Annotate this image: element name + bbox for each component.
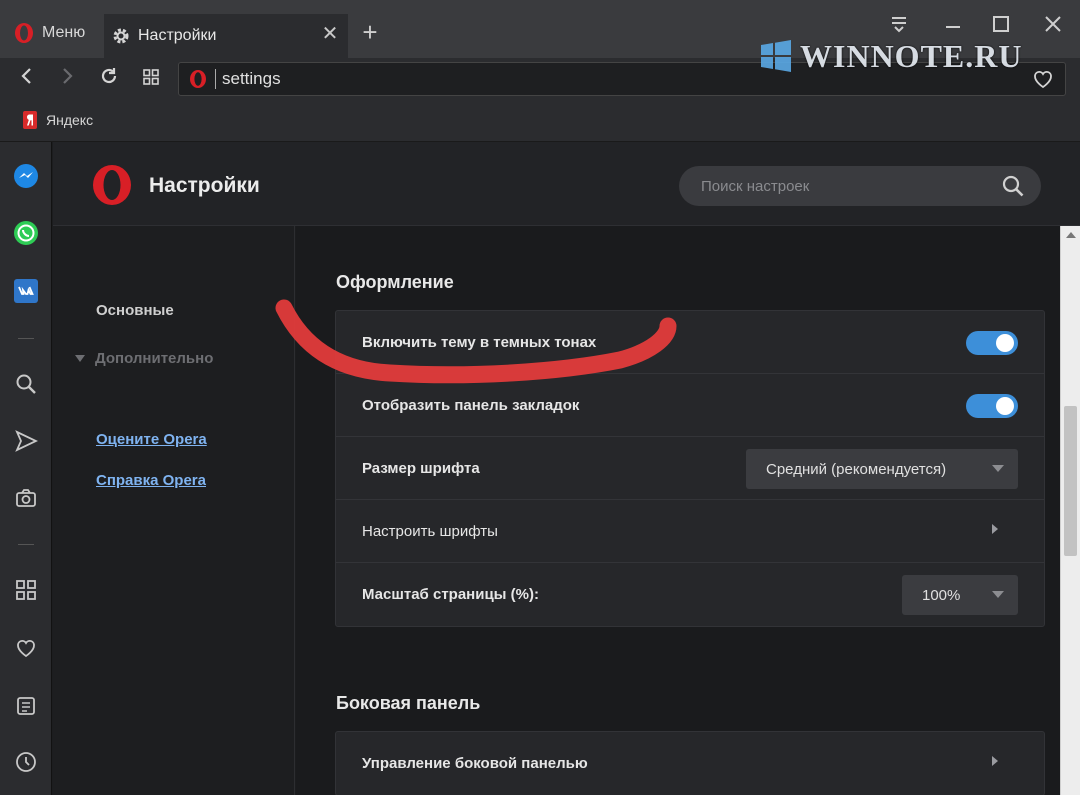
bookmark-yandex[interactable]: Яндекс bbox=[22, 110, 93, 130]
bookmarks-bar-toggle[interactable] bbox=[966, 394, 1018, 418]
windows-logo-icon bbox=[761, 40, 791, 72]
appearance-section-title: Оформление bbox=[336, 272, 454, 292]
scrollbar[interactable] bbox=[1060, 226, 1080, 795]
chevron-right-icon bbox=[992, 756, 998, 766]
tab-label: Настройки bbox=[138, 27, 217, 44]
font-size-label: Размер шрифта bbox=[362, 459, 480, 477]
yandex-icon bbox=[23, 111, 37, 129]
rate-opera-link[interactable]: Оцените Opera bbox=[96, 431, 207, 448]
send-icon[interactable] bbox=[12, 427, 40, 455]
search-input[interactable] bbox=[679, 166, 989, 206]
page-title: Настройки bbox=[149, 174, 260, 197]
toggle-knob bbox=[996, 334, 1014, 352]
manage-sidebar-row[interactable]: Управление боковой панелью bbox=[336, 732, 1044, 795]
page-zoom-label: Масштаб страницы (%): bbox=[362, 586, 539, 603]
nav-basic[interactable]: Основные bbox=[96, 302, 174, 319]
history-icon[interactable] bbox=[12, 748, 40, 776]
heart-icon[interactable] bbox=[12, 634, 40, 662]
search-icon[interactable] bbox=[1001, 174, 1025, 198]
reload-icon[interactable] bbox=[96, 66, 122, 92]
camera-icon[interactable] bbox=[12, 484, 40, 512]
font-size-value: Средний (рекомендуется) bbox=[766, 460, 947, 478]
speed-dial-icon[interactable] bbox=[12, 576, 40, 604]
font-size-row: Размер шрифта Средний (рекомендуется) bbox=[336, 437, 1044, 500]
opera-logo-icon bbox=[15, 23, 33, 43]
nav-advanced[interactable]: Дополнительно bbox=[75, 350, 213, 367]
bookmarks-bar-label: Отобразить панель закладок bbox=[362, 396, 580, 414]
toggle-knob bbox=[996, 397, 1014, 415]
page-zoom-select[interactable]: 100% bbox=[902, 575, 1018, 615]
gear-icon bbox=[113, 28, 129, 44]
news-icon[interactable] bbox=[12, 692, 40, 720]
settings-content: Оформление Включить тему в темных тонах … bbox=[296, 226, 1060, 795]
nav-advanced-label: Дополнительно bbox=[95, 350, 214, 367]
menu-button[interactable]: Меню bbox=[6, 14, 102, 52]
back-icon[interactable] bbox=[14, 66, 40, 92]
customize-fonts-label: Настроить шрифты bbox=[362, 522, 498, 540]
page-zoom-row: Масштаб страницы (%): 100% bbox=[336, 563, 1044, 626]
sidebar-separator bbox=[18, 338, 34, 339]
bookmark-label: Яндекс bbox=[46, 112, 94, 128]
menu-label: Меню bbox=[42, 24, 86, 41]
manage-sidebar-label: Управление боковой панелью bbox=[362, 755, 588, 772]
sidebar bbox=[0, 142, 52, 795]
whatsapp-icon[interactable] bbox=[12, 219, 40, 247]
heart-icon[interactable] bbox=[1031, 67, 1055, 91]
forward-icon[interactable] bbox=[54, 66, 80, 92]
scroll-thumb[interactable] bbox=[1064, 406, 1077, 556]
settings-nav: Основные Дополнительно Оцените Opera Спр… bbox=[53, 226, 295, 795]
scroll-up-icon[interactable] bbox=[1066, 232, 1076, 238]
font-size-select[interactable]: Средний (рекомендуется) bbox=[746, 449, 1018, 489]
search-icon[interactable] bbox=[12, 370, 40, 398]
appearance-card: Включить тему в темных тонах Отобразить … bbox=[335, 310, 1045, 627]
settings-header: Настройки bbox=[53, 142, 1080, 226]
url-text: settings bbox=[215, 69, 281, 89]
new-tab-button[interactable]: + bbox=[358, 19, 382, 45]
caret-down-icon bbox=[75, 354, 85, 362]
chevron-down-icon bbox=[992, 591, 1004, 598]
sidebar-separator bbox=[18, 544, 34, 545]
help-opera-link[interactable]: Справка Opera bbox=[96, 472, 206, 489]
dark-theme-label: Включить тему в темных тонах bbox=[362, 333, 597, 351]
messenger-icon[interactable] bbox=[12, 162, 40, 190]
bookmarks-bar-row: Отобразить панель закладок bbox=[336, 374, 1044, 437]
customize-fonts-row[interactable]: Настроить шрифты bbox=[336, 500, 1044, 563]
bookmarks-bar: Яндекс bbox=[0, 100, 1080, 142]
watermark: WINNOTE.RU bbox=[760, 36, 1022, 76]
sidebar-card: Управление боковой панелью bbox=[335, 731, 1045, 795]
opera-logo-icon bbox=[190, 70, 206, 88]
vk-icon[interactable] bbox=[12, 277, 40, 305]
speed-dial-icon[interactable] bbox=[138, 66, 164, 92]
close-window-icon[interactable] bbox=[1038, 12, 1068, 42]
chevron-right-icon bbox=[992, 524, 998, 534]
dark-theme-row: Включить тему в темных тонах bbox=[336, 311, 1044, 374]
tab-settings[interactable]: Настройки ✕ bbox=[104, 14, 348, 58]
chevron-down-icon bbox=[992, 465, 1004, 472]
settings-search bbox=[679, 166, 1041, 206]
watermark-text: WINNOTE.RU bbox=[800, 37, 1023, 74]
opera-logo-icon bbox=[93, 165, 131, 205]
close-tab-icon[interactable]: ✕ bbox=[320, 24, 340, 44]
sidebar-section-title: Боковая панель bbox=[336, 693, 481, 713]
dark-theme-toggle[interactable] bbox=[966, 331, 1018, 355]
page-zoom-value: 100% bbox=[922, 586, 961, 604]
